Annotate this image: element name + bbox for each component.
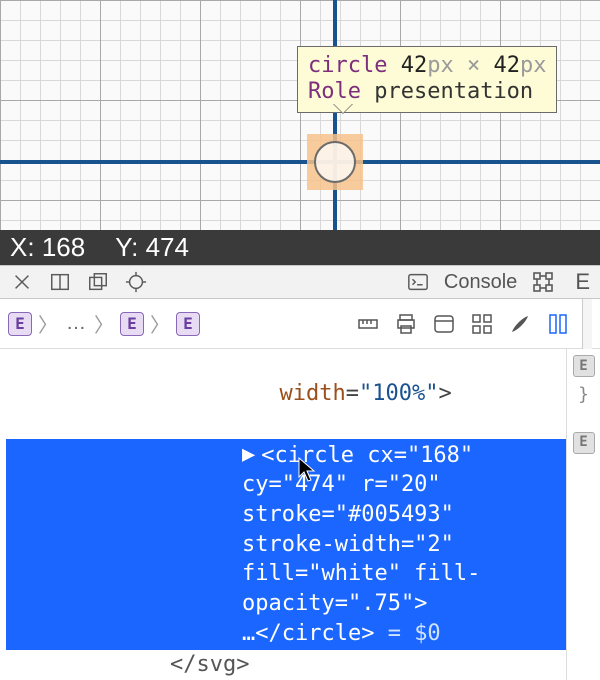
chevron-right-icon: 〉 [38, 309, 58, 338]
console-tab-label[interactable]: Console [444, 271, 517, 294]
coord-x: X: 168 [10, 232, 85, 263]
chevron-right-icon: 〉 [94, 309, 114, 338]
coord-y: Y: 474 [115, 232, 189, 263]
sidebar-chip[interactable]: E [573, 432, 595, 454]
page-viewport[interactable]: circle 42px × 42px Role presentation [0, 0, 600, 230]
tooltip-times: × [467, 53, 480, 78]
tooltip-role-label: Role [308, 79, 361, 104]
devtools-toolbar: Console E [0, 265, 600, 299]
dom-line[interactable]: ▶<circle cx="168" [24, 441, 566, 471]
breadcrumb-chip[interactable]: E [120, 312, 144, 336]
dom-selected-node[interactable]: ▶<circle cx="168" cy="474" r="20" stroke… [6, 439, 566, 651]
dom-line[interactable]: fill="white" fill- [24, 559, 566, 589]
breadcrumb-ellipsis[interactable]: … [64, 312, 88, 335]
tooltip-tag: circle [308, 53, 387, 78]
styles-sidebar[interactable]: E } E [566, 349, 600, 680]
svg-circle-node[interactable] [314, 141, 356, 183]
dom-line[interactable]: cy="474" r="20" [24, 470, 566, 500]
dom-line[interactable]: stroke="#005493" [24, 500, 566, 530]
grid-icon[interactable] [468, 310, 496, 338]
breadcrumb-chip[interactable]: E [8, 312, 32, 336]
coordinate-readout: X: 168 Y: 474 [0, 230, 600, 265]
dom-line[interactable]: opacity=".75"> [24, 589, 566, 619]
dom-tree[interactable]: width="100%"> ▶<circle cx="168" cy="474"… [0, 349, 600, 680]
mouse-cursor-icon [298, 457, 318, 483]
dom-line[interactable]: stroke-width="2" [24, 530, 566, 560]
dom-line[interactable]: </svg> [0, 650, 566, 680]
dock-popout-icon[interactable] [86, 270, 110, 294]
tooltip-height: 42 [493, 53, 520, 78]
sidebar-chip[interactable]: E [573, 355, 595, 377]
layout-tree-icon[interactable] [531, 270, 555, 294]
inspect-tooltip: circle 42px × 42px Role presentation [297, 46, 557, 113]
brush-icon[interactable] [506, 310, 534, 338]
tooltip-width: 42 [401, 53, 428, 78]
print-icon[interactable] [392, 310, 420, 338]
breadcrumb[interactable]: E 〉 … 〉 E 〉 E [8, 309, 200, 338]
ruler-icon[interactable] [354, 310, 382, 338]
expand-arrow-icon[interactable]: ▶ [242, 440, 255, 470]
close-icon[interactable] [10, 270, 34, 294]
axis-horizontal [0, 160, 600, 164]
panel-toggle-icon[interactable] [544, 310, 572, 338]
console-toggle-icon[interactable] [406, 270, 430, 294]
dom-line[interactable]: …</circle> = $0 [24, 619, 566, 649]
dom-line[interactable]: width="100%"> [0, 349, 566, 438]
breadcrumb-chip[interactable]: E [176, 312, 200, 336]
dock-side-icon[interactable] [48, 270, 72, 294]
elements-toolbar: E 〉 … 〉 E 〉 E [0, 299, 600, 349]
sidebar-tab[interactable] [582, 299, 592, 349]
tooltip-width-unit: px [427, 53, 454, 78]
grid-major [0, 0, 600, 230]
window-icon[interactable] [430, 310, 458, 338]
panel-letter: E [575, 269, 590, 295]
tooltip-role-value: presentation [374, 79, 533, 104]
sidebar-brace: } [578, 383, 589, 407]
chevron-right-icon: 〉 [150, 309, 170, 338]
selection-ref: = $0 [374, 621, 440, 646]
tooltip-height-unit: px [520, 53, 547, 78]
inspect-target-icon[interactable] [124, 270, 148, 294]
